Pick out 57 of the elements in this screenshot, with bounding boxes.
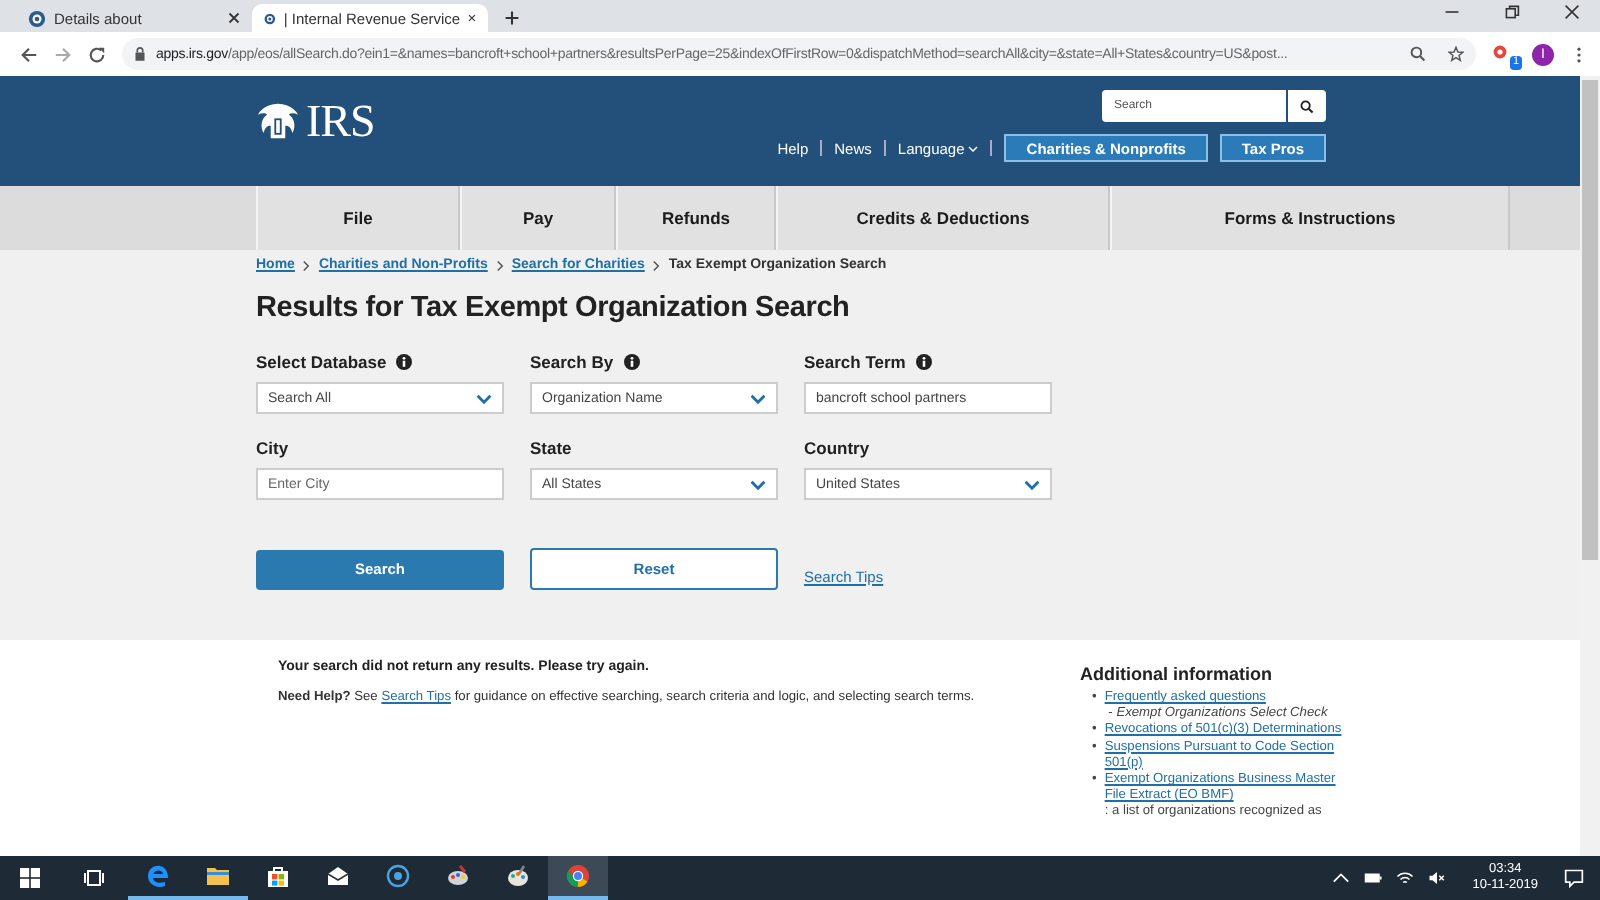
windows-start-icon[interactable] [20,868,40,888]
field-label: Search By [530,352,614,372]
zoom-icon[interactable] [1410,46,1426,62]
envelope-icon [326,864,350,888]
chevron-down-icon [750,393,766,403]
chevron-down-icon [1024,479,1040,489]
search-icon [1300,99,1314,113]
field-label: Country [804,438,870,458]
field-label: City [256,438,289,458]
info-icon[interactable] [623,354,640,370]
nav-menu-item[interactable]: Pay [460,186,616,250]
shopping-bag-icon [266,864,290,888]
chevron-down-icon [476,393,492,403]
search-button[interactable] [1288,90,1326,122]
battery-icon[interactable] [1364,870,1383,886]
wifi-icon[interactable] [1396,870,1415,886]
star-icon[interactable] [1448,46,1464,62]
speaker-muted-icon[interactable] [1428,870,1447,886]
chevron-icon [302,259,311,271]
seal-icon [264,9,276,27]
chevron-icon [652,259,661,271]
scrollbar[interactable] [1580,76,1600,856]
close-icon[interactable] [228,12,240,24]
wheel-icon [566,864,590,888]
nav-menu-item[interactable]: Credits & Deductions [776,186,1110,250]
plus-icon[interactable] [504,10,520,26]
back-icon[interactable] [20,45,38,63]
page-title: Results for Tax Exempt Organization Search [256,292,852,324]
folder-icon [206,864,230,888]
task-view-icon[interactable] [84,868,104,888]
close-icon[interactable] [468,12,476,24]
chevron-down-icon [968,145,979,151]
info-icon[interactable] [915,354,932,370]
sidebar-heading: Additional information [1080,664,1274,684]
restore-icon[interactable] [1504,4,1520,20]
ring-icon [386,864,410,888]
nav-menu-item[interactable]: Refunds [616,186,776,250]
palette-icon [506,864,530,888]
letter-e-icon [146,864,170,888]
palette-icon [446,864,470,888]
notification-icon[interactable] [1564,868,1584,888]
chevron-icon [495,259,504,271]
close-icon[interactable] [1564,4,1580,20]
caret-up-icon[interactable] [1332,870,1351,886]
logo-text[interactable]: IRS [306,95,375,147]
field-label: Select Database [256,352,387,372]
seal-icon [28,9,46,27]
info-icon[interactable] [396,354,413,370]
extension-icon [1492,44,1512,64]
nav-menu-item[interactable]: File [256,186,460,250]
lock-icon [134,46,146,62]
eagle-logo-icon [256,101,300,141]
chevron-down-icon [750,479,766,489]
reload-icon[interactable] [88,45,106,63]
field-label: Search Term [804,352,906,372]
nav-menu-item[interactable]: Forms & Instructions [1110,186,1510,250]
field-label: State [530,438,572,458]
